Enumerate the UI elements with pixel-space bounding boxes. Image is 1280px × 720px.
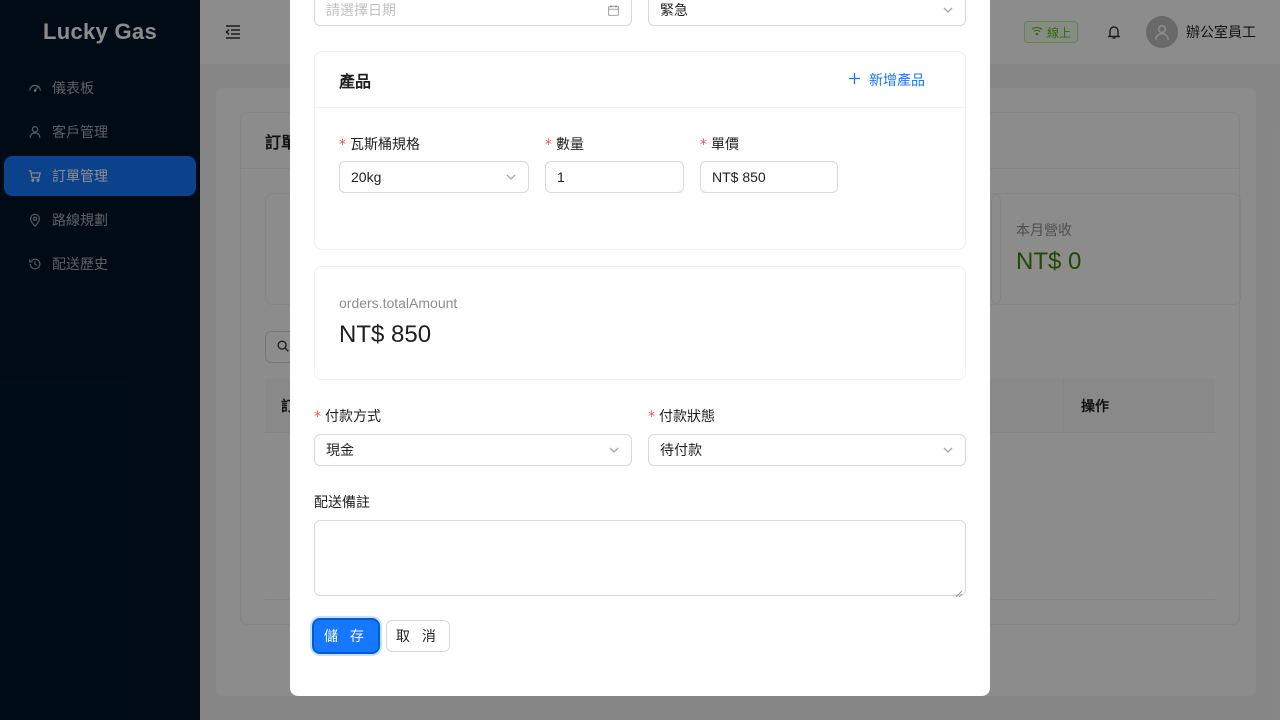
total-amount-card: orders.totalAmount NT$ 850 xyxy=(314,266,966,380)
payment-method-value: 現金 xyxy=(326,442,354,458)
unit-price-input[interactable]: NT$ 850 xyxy=(700,161,838,193)
price-field-label: * 單價 xyxy=(700,136,739,153)
order-modal: 請選擇日期 緊急 產品 新增產品 * 瓦斯桶規格 20kg * 數量 1 * 單… xyxy=(290,0,990,696)
payment-method-field-label: * 付款方式 xyxy=(314,408,381,425)
products-title: 產品 xyxy=(339,73,372,91)
products-header: 產品 新增產品 xyxy=(315,52,965,108)
quantity-field-label: * 數量 xyxy=(545,136,584,153)
add-product-button[interactable]: 新增產品 xyxy=(848,70,941,90)
quantity-label-text: 數量 xyxy=(556,136,584,152)
chevron-down-icon xyxy=(942,4,954,16)
calendar-icon xyxy=(607,4,620,17)
chevron-down-icon xyxy=(942,444,954,456)
payment-status-label-text: 付款狀態 xyxy=(659,408,715,424)
cylinder-value: 20kg xyxy=(351,169,382,185)
unit-price-value: NT$ 850 xyxy=(712,169,766,185)
price-label-text: 單價 xyxy=(711,136,739,152)
total-amount-label: orders.totalAmount xyxy=(339,295,458,311)
notes-label: 配送備註 xyxy=(314,494,370,510)
payment-method-label-text: 付款方式 xyxy=(325,408,381,424)
quantity-value: 1 xyxy=(557,169,565,185)
chevron-down-icon xyxy=(608,444,620,456)
total-amount-value: NT$ 850 xyxy=(339,321,432,348)
delivery-date-picker[interactable]: 請選擇日期 xyxy=(314,0,632,26)
quantity-input[interactable]: 1 xyxy=(545,161,684,193)
add-product-label: 新增產品 xyxy=(869,71,925,88)
priority-value: 緊急 xyxy=(660,2,688,18)
cylinder-field-label: * 瓦斯桶規格 xyxy=(339,136,420,153)
cancel-button[interactable]: 取 消 xyxy=(386,620,450,652)
payment-method-select[interactable]: 現金 xyxy=(314,434,632,466)
payment-status-value: 待付款 xyxy=(660,442,702,458)
date-placeholder: 請選擇日期 xyxy=(326,2,396,18)
chevron-down-icon xyxy=(505,171,517,183)
resize-handle-icon[interactable] xyxy=(955,585,963,598)
payment-status-select[interactable]: 待付款 xyxy=(648,434,966,466)
save-button[interactable]: 儲 存 xyxy=(314,620,378,652)
cylinder-label-text: 瓦斯桶規格 xyxy=(350,136,420,152)
priority-select[interactable]: 緊急 xyxy=(648,0,966,26)
delivery-notes-textarea[interactable] xyxy=(314,520,966,598)
cylinder-select[interactable]: 20kg xyxy=(339,161,529,193)
plus-icon xyxy=(848,72,861,88)
products-card: 產品 新增產品 * 瓦斯桶規格 20kg * 數量 1 * 單價 NT$ 850 xyxy=(314,51,966,250)
payment-status-field-label: * 付款狀態 xyxy=(648,408,715,425)
